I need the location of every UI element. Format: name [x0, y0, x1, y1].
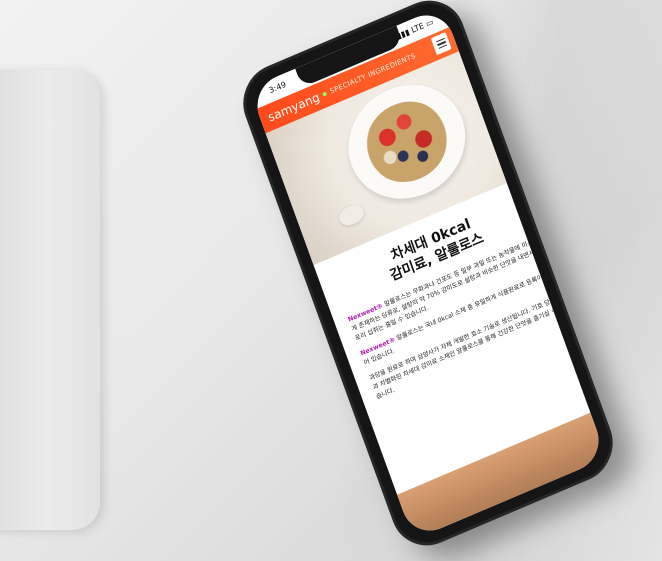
- status-time: 3:49: [267, 79, 288, 96]
- phone-screen: 3:49 ▮▮▮ LTE ▭ samyang SPECIALTY INGREDI…: [249, 6, 607, 540]
- phone-wrapper: 3:49 ▮▮▮ LTE ▭ samyang SPECIALTY INGREDI…: [232, 0, 624, 560]
- status-network: LTE: [410, 21, 426, 35]
- battery-icon: ▭: [424, 17, 435, 29]
- smartphone: 3:49 ▮▮▮ LTE ▭ samyang SPECIALTY INGREDI…: [232, 0, 624, 558]
- berries: [354, 88, 459, 195]
- laptop-edge: [0, 70, 100, 530]
- spoon: [336, 201, 367, 229]
- brand-dot-icon: [322, 91, 328, 97]
- hamburger-icon[interactable]: [430, 32, 452, 56]
